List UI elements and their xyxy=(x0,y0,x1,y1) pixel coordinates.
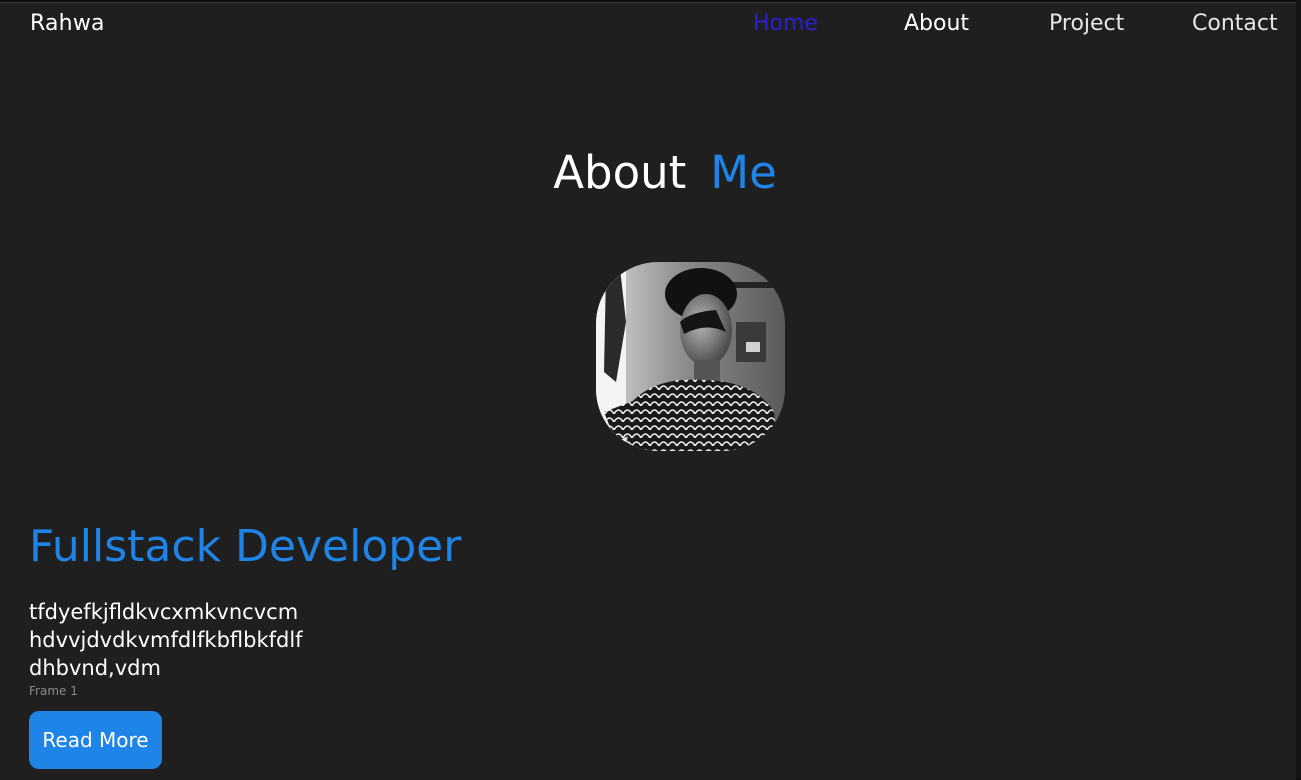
bio-line: dhbvnd,vdm xyxy=(29,656,161,680)
frame-label: Frame 1 xyxy=(29,684,78,698)
nav-link-home[interactable]: Home xyxy=(753,11,818,36)
role-title: Fullstack Developer xyxy=(29,521,462,572)
bio-line: hdvvjdvdkvmfdlfkbflbkfdlf xyxy=(29,628,303,652)
nav-link-project[interactable]: Project xyxy=(1049,11,1124,36)
section-title: About Me xyxy=(0,146,1296,199)
nav-link-contact[interactable]: Contact xyxy=(1192,11,1278,36)
profile-photo xyxy=(596,262,785,451)
brand-logo[interactable]: Rahwa xyxy=(30,11,105,36)
bio-text: tfdyefkjfldkvcxmkvncvcm hdvvjdvdkvmfdlfk… xyxy=(29,598,303,682)
profile-photo-icon xyxy=(596,262,785,451)
bio-line: tfdyefkjfldkvcxmkvncvcm xyxy=(29,600,299,624)
nav-link-about[interactable]: About xyxy=(904,11,969,36)
window-edge xyxy=(1296,0,1301,779)
read-more-button[interactable]: Read More xyxy=(29,711,162,769)
section-title-word-me: Me xyxy=(710,146,777,199)
page-frame: Rahwa Home About Project Contact About Me xyxy=(0,2,1296,780)
section-title-word-about: About xyxy=(553,146,687,199)
